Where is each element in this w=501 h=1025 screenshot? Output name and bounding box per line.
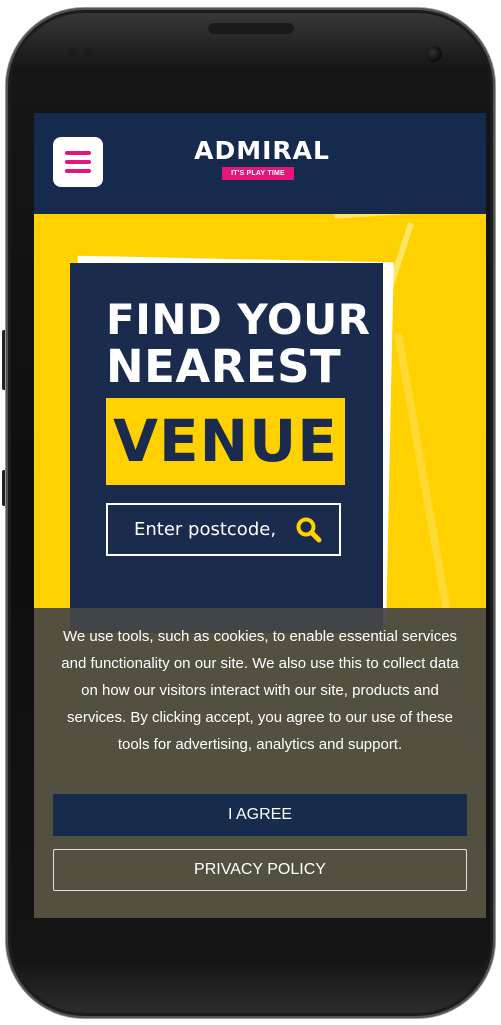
menu-bar bbox=[65, 151, 91, 155]
admiral-logo[interactable]: ADMIRAL IT'S PLAY TIME bbox=[177, 136, 347, 186]
hero-streak bbox=[334, 214, 486, 219]
logo-wordmark: ADMIRAL bbox=[194, 136, 330, 165]
privacy-policy-button[interactable]: PRIVACY POLICY bbox=[53, 849, 467, 891]
sensor bbox=[84, 48, 93, 57]
sensor bbox=[68, 48, 77, 57]
agree-button[interactable]: I AGREE bbox=[53, 794, 467, 836]
cookie-message: We use tools, such as cookies, to enable… bbox=[61, 628, 459, 753]
hero-heading-line2: NEAREST bbox=[106, 340, 342, 393]
earpiece bbox=[208, 22, 294, 34]
hero-heading-highlight: VENUE bbox=[106, 398, 345, 485]
find-venue-card: FIND YOUR NEAREST VENUE bbox=[70, 263, 383, 633]
menu-bar bbox=[65, 160, 91, 164]
hero-heading-line1: FIND YOUR bbox=[106, 295, 371, 344]
cookie-consent-banner: We use tools, such as cookies, to enable… bbox=[34, 608, 486, 918]
postcode-input[interactable] bbox=[108, 505, 288, 554]
top-nav-bar: ADMIRAL IT'S PLAY TIME bbox=[34, 113, 486, 214]
screen: ADMIRAL IT'S PLAY TIME FIND YOUR NEAREST… bbox=[34, 113, 486, 918]
phone-frame: ADMIRAL IT'S PLAY TIME FIND YOUR NEAREST… bbox=[0, 0, 501, 1025]
logo-tagline: IT'S PLAY TIME bbox=[222, 167, 294, 180]
search-icon[interactable] bbox=[295, 516, 323, 544]
front-camera bbox=[426, 46, 442, 62]
hamburger-menu-icon[interactable] bbox=[53, 137, 103, 187]
menu-bar bbox=[65, 169, 91, 173]
postcode-search bbox=[106, 503, 341, 556]
